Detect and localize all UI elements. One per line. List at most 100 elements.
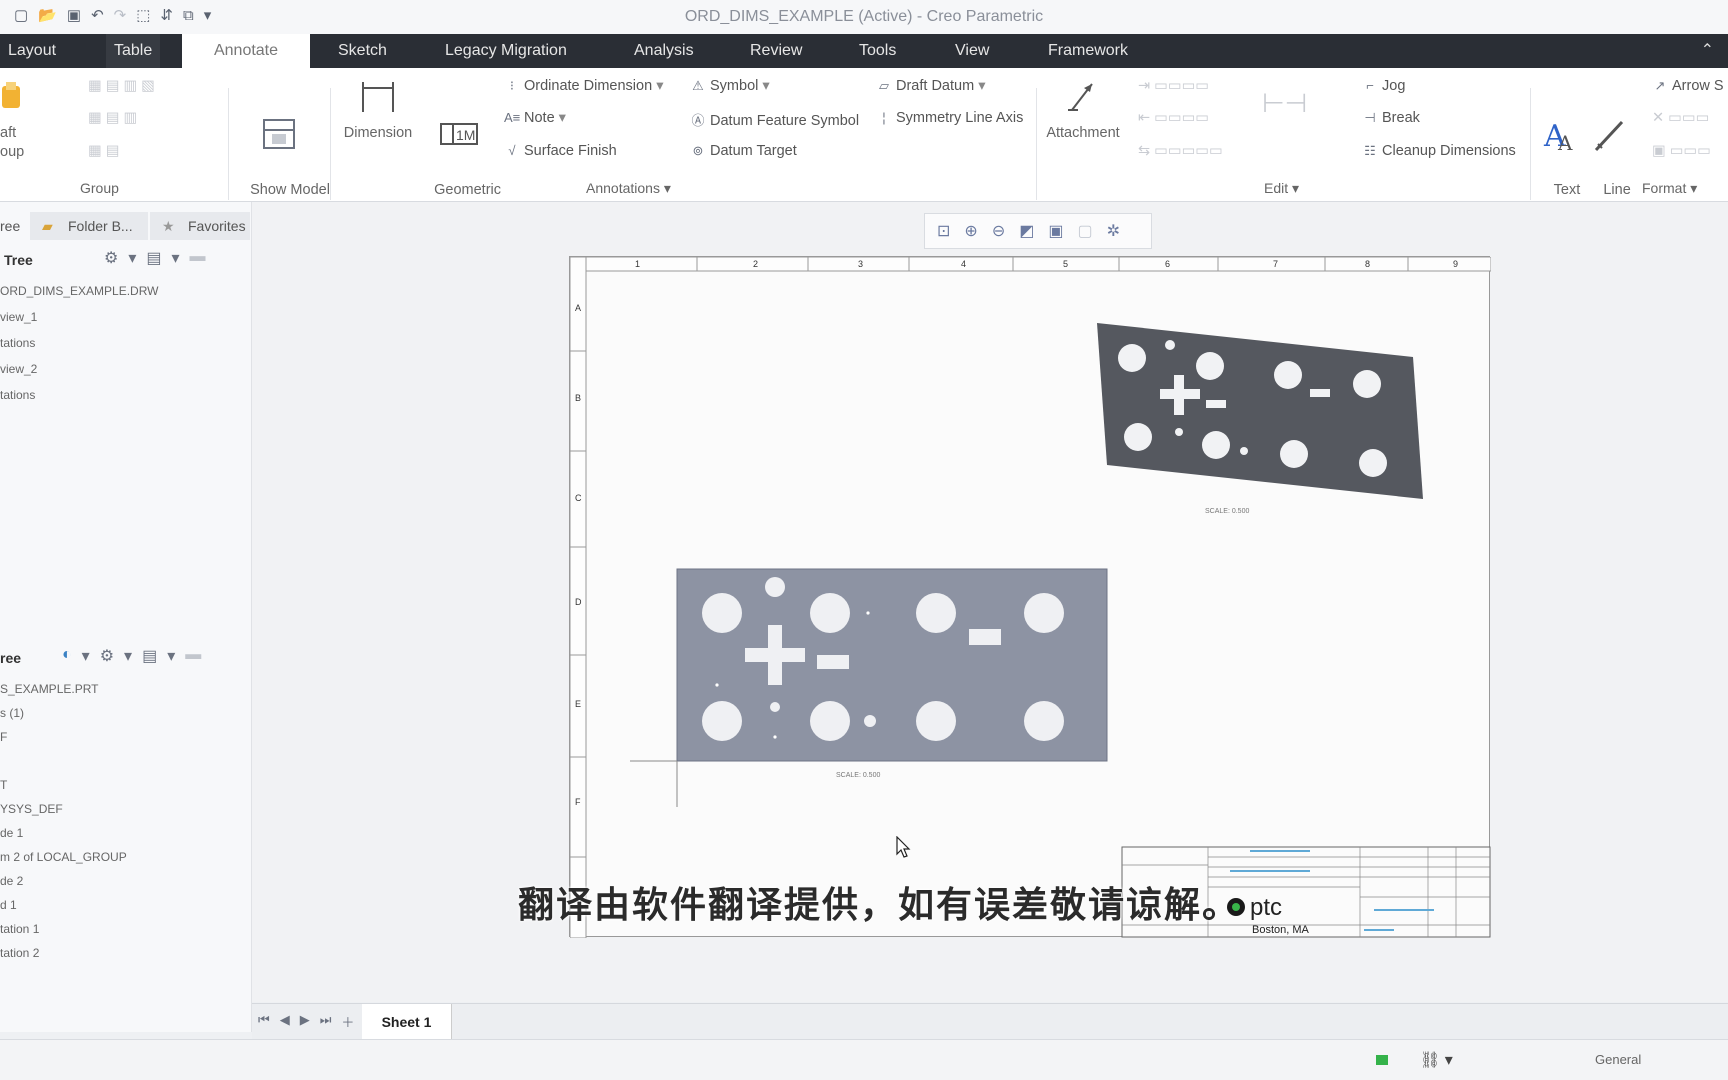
tree-item-local-group[interactable]: m 2 of LOCAL_GROUP <box>0 850 127 864</box>
last-sheet-icon[interactable]: ⏭ <box>320 1012 332 1031</box>
graphics-toolbar: ⊡ ⊕ ⊖ ◩ ▣ ▢ ✲ <box>924 213 1152 249</box>
add-sheet-icon[interactable]: ＋ <box>341 1012 354 1031</box>
datum-target-button[interactable]: ⊚ Datum Target <box>690 143 797 159</box>
arrow-style-icon: ↗ <box>1654 78 1666 93</box>
symbol-button[interactable]: ⚠ Symbol ▾ <box>690 78 770 94</box>
dimension-button[interactable]: Dimension <box>338 76 418 143</box>
tree-item-f[interactable]: F <box>0 730 7 744</box>
tab-view[interactable]: View <box>947 34 997 68</box>
model-select-dropdown-icon[interactable]: ▾ <box>82 646 90 666</box>
zoom-out-icon[interactable]: ⊖ <box>992 221 1005 241</box>
break-button[interactable]: ⊣ Break <box>1362 110 1420 126</box>
draft-datum-button[interactable]: ▱ Draft Datum ▾ <box>876 78 985 94</box>
col-label-6: 6 <box>1165 259 1170 269</box>
tab-table[interactable]: Table <box>106 34 161 68</box>
view1-scale-label: SCALE: 0.500 <box>836 772 880 779</box>
format-group-label[interactable]: Format ▾ <box>1642 180 1697 197</box>
prev-sheet-icon[interactable]: ◀ <box>280 1012 290 1031</box>
row-label-b: B <box>575 393 581 403</box>
split-icon[interactable]: ▬ <box>190 248 206 268</box>
tab-layout[interactable]: Layout <box>0 34 64 68</box>
draft-group-icon[interactable] <box>0 80 26 124</box>
first-sheet-icon[interactable]: ⏮ <box>258 1012 270 1031</box>
edit-group-label[interactable]: Edit ▾ <box>1264 180 1299 197</box>
tree-item-annotation-1[interactable]: tation 1 <box>0 922 39 936</box>
tree-item-view-2[interactable]: view_2 <box>0 362 37 376</box>
tab-favorites[interactable]: ★ Favorites <box>150 212 250 240</box>
selection-filter[interactable]: General <box>1595 1052 1641 1067</box>
col-label-4: 4 <box>961 259 966 269</box>
jog-label: Jog <box>1382 78 1406 94</box>
symbol-label: Symbol <box>710 78 759 94</box>
tree-item-csys[interactable]: YSYS_DEF <box>0 802 63 816</box>
faded-group-tools: ▦ ▤ ▥ ▧ <box>88 78 155 94</box>
tab-model-tree[interactable]: ree <box>0 212 28 240</box>
jog-button[interactable]: ⌐ Jog <box>1362 78 1405 94</box>
tree-item-d1[interactable]: d 1 <box>0 898 17 912</box>
tree-item-annotations-2[interactable]: tations <box>0 388 35 402</box>
repaint-icon[interactable]: ◩ <box>1019 221 1034 241</box>
arrow-style-button[interactable]: ↗ Arrow S <box>1652 78 1724 94</box>
tab-annotate[interactable]: Annotate <box>182 34 310 68</box>
model-show-dropdown-icon[interactable]: ▾ <box>167 646 175 666</box>
cleanup-dimensions-icon: ☷ <box>1364 143 1376 158</box>
tab-tools[interactable]: Tools <box>851 34 904 68</box>
annotations-group-label[interactable]: Annotations ▾ <box>586 180 671 197</box>
model-split-icon[interactable]: ▬ <box>185 646 201 666</box>
zoom-in-icon[interactable]: ⊕ <box>964 221 977 241</box>
tree-item-node-2[interactable]: de 2 <box>0 874 23 888</box>
show-dropdown-icon[interactable]: ▾ <box>172 248 180 268</box>
refit-icon[interactable]: ⊡ <box>937 221 950 241</box>
sheet-tab-1[interactable]: Sheet 1 <box>362 1004 452 1040</box>
note-icon: A≡ <box>504 110 521 125</box>
note-button[interactable]: A≡ Note ▾ <box>504 110 566 126</box>
attachment-label: Attachment <box>1046 125 1120 141</box>
tree-item-node-1[interactable]: de 1 <box>0 826 23 840</box>
model-show-icon[interactable]: ▤ <box>142 646 157 666</box>
tab-analysis[interactable]: Analysis <box>626 34 702 68</box>
find-icon[interactable]: ⛓ ▾ <box>1420 1050 1453 1070</box>
regeneration-status-icon[interactable] <box>1376 1055 1388 1065</box>
front-view[interactable] <box>676 568 1108 762</box>
ribbon: aft oup ▦ ▤ ▥ ▧ ▦ ▤ ▥ ▦ ▤ Group Show Mod… <box>0 68 1728 217</box>
cleanup-dimensions-button[interactable]: ☷ Cleanup Dimensions <box>1362 143 1516 159</box>
title-bar: ▢ 📂 ▣ ↶ ↷ ⬚ ⇵ ⧉ ▾ ORD_DIMS_EXAMPLE (Acti… <box>0 0 1728 34</box>
surface-finish-button[interactable]: √ Surface Finish <box>504 143 616 159</box>
annotation-display-icon[interactable]: ✲ <box>1107 221 1120 241</box>
isometric-view[interactable] <box>1097 323 1423 499</box>
datum-display-icon[interactable]: ▢ <box>1077 221 1092 241</box>
model-settings-icon[interactable]: ⚙ <box>100 646 114 666</box>
ribbon-tabs: Layout Table Annotate Sketch Legacy Migr… <box>0 34 1728 68</box>
row-label-f: F <box>575 797 581 807</box>
tree-item-annotations-1[interactable]: tations <box>0 336 35 350</box>
collapse-ribbon-icon[interactable]: ⌃ <box>1701 40 1714 60</box>
tree-item-t[interactable]: T <box>0 778 7 792</box>
tree-item-layers[interactable]: s (1) <box>0 706 24 720</box>
tree-item-part[interactable]: S_EXAMPLE.PRT <box>0 682 98 696</box>
model-select-icon[interactable]: ◐ <box>62 646 72 666</box>
arrow-style-label: Arrow S <box>1672 78 1724 94</box>
settings-dropdown-icon[interactable]: ▾ <box>128 248 136 268</box>
tab-framework[interactable]: Framework <box>1040 34 1136 68</box>
faded-group-tools-3: ▦ ▤ <box>88 143 120 159</box>
tab-review[interactable]: Review <box>742 34 810 68</box>
draft-group-label[interactable]: aft oup <box>0 124 24 162</box>
tree-item-view-1[interactable]: view_1 <box>0 310 37 324</box>
model-settings-dropdown-icon[interactable]: ▾ <box>124 646 132 666</box>
drawing-sheet[interactable]: 1 2 3 4 5 6 7 8 9 A B C D E F SCALE: 0.5… <box>569 256 1492 939</box>
show-icon[interactable]: ▤ <box>146 248 161 268</box>
attachment-button[interactable]: Attachment <box>1040 76 1126 143</box>
tab-legacy-migration[interactable]: Legacy Migration <box>437 34 575 68</box>
settings-icon[interactable]: ⚙ <box>104 248 118 268</box>
display-style-icon[interactable]: ▣ <box>1048 221 1063 241</box>
tree-item-drawing[interactable]: ORD_DIMS_EXAMPLE.DRW <box>0 284 158 298</box>
ordinate-dimension-button[interactable]: ⁝ Ordinate Dimension ▾ <box>504 78 664 94</box>
datum-feature-symbol-label: Datum Feature Symbol <box>710 113 860 129</box>
tab-folder-browser[interactable]: ▰ Folder B... <box>30 212 148 240</box>
row-label-c: C <box>575 493 582 503</box>
tree-item-annotation-2[interactable]: tation 2 <box>0 946 39 960</box>
tab-sketch[interactable]: Sketch <box>330 34 395 68</box>
next-sheet-icon[interactable]: ▶ <box>300 1012 310 1031</box>
datum-feature-symbol-button[interactable]: Ⓐ Datum Feature Symbol <box>690 110 859 129</box>
symmetry-line-axis-button[interactable]: ¦ Symmetry Line Axis <box>876 110 1023 126</box>
